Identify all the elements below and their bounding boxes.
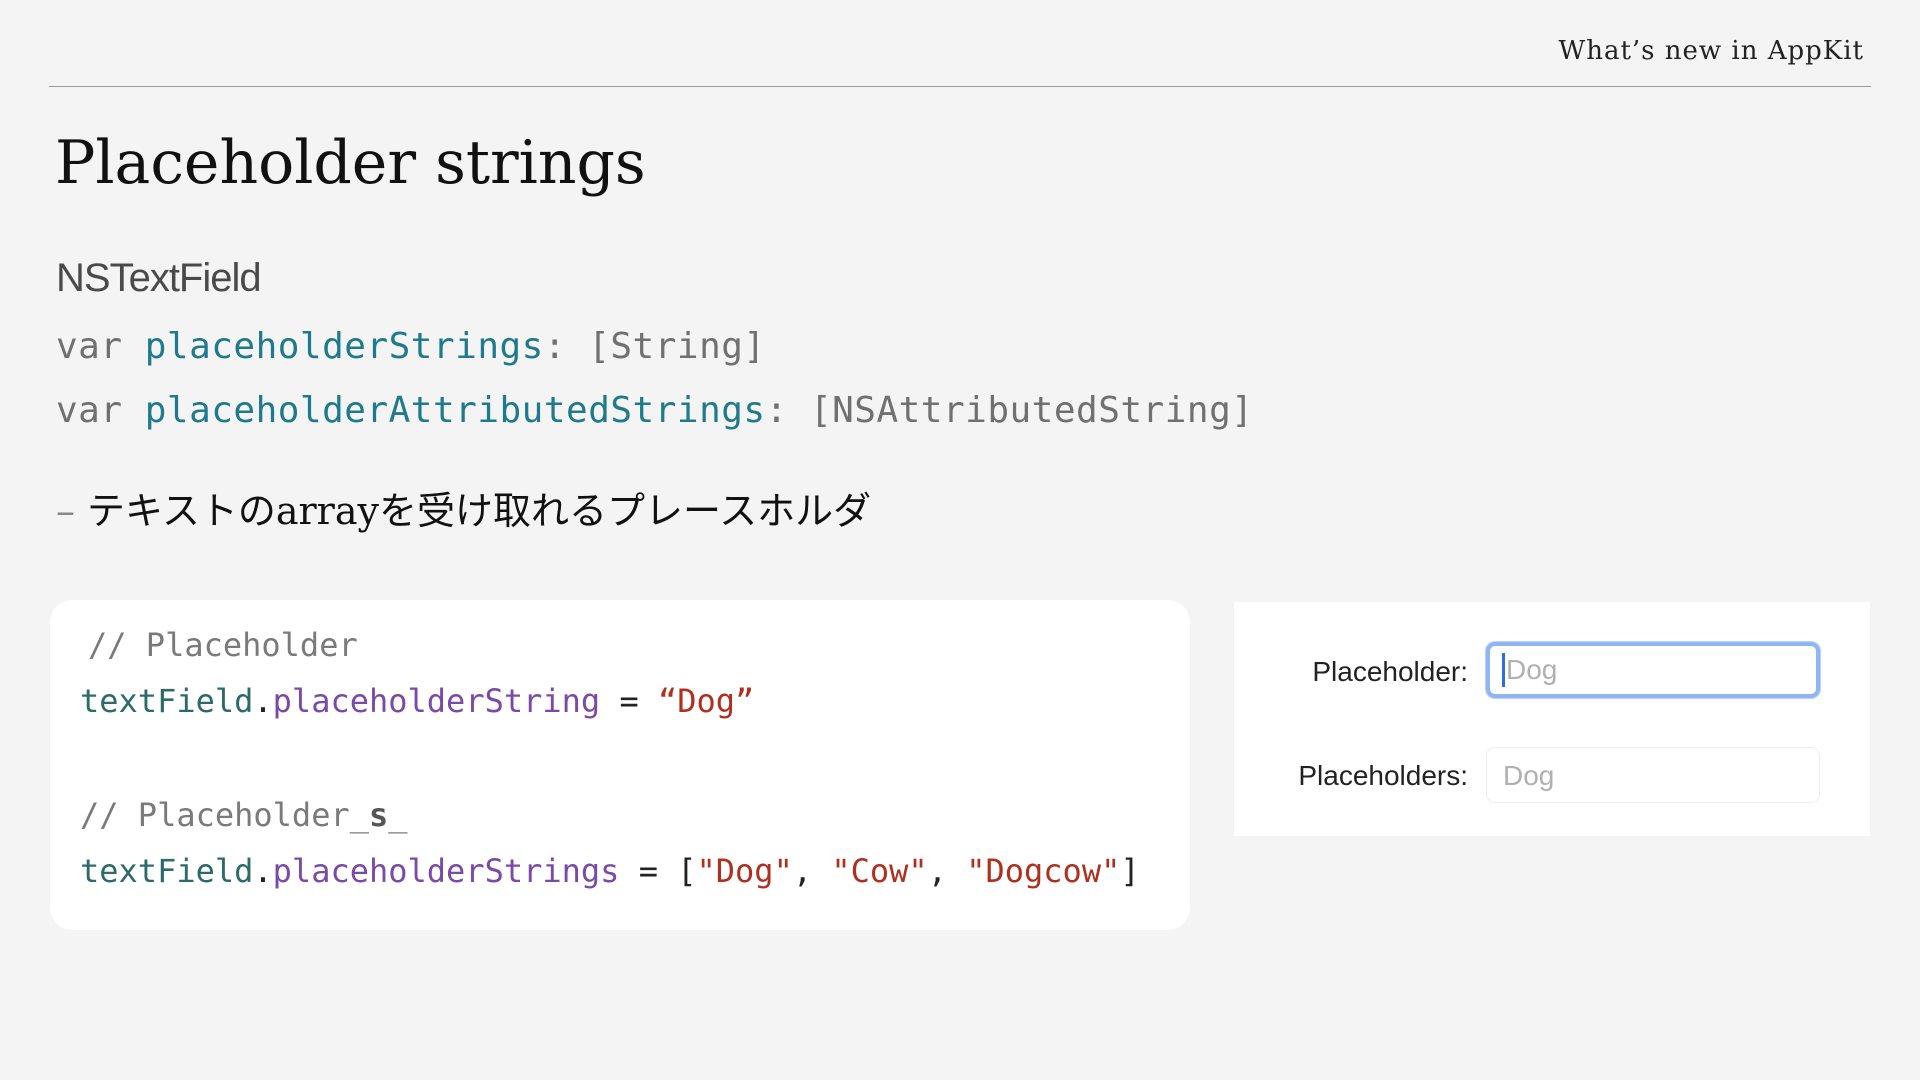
code-comment-placeholder: // Placeholder <box>88 626 358 664</box>
decl-keyword: var <box>56 390 123 431</box>
decl-type: : [String] <box>543 326 766 367</box>
decl-property-name: placeholderAttributedStrings <box>144 390 766 431</box>
code-comment-suffix: _ <box>388 796 408 834</box>
code-separator: , <box>927 852 967 890</box>
header-divider <box>49 86 1871 87</box>
code-object: textField <box>80 682 254 720</box>
code-card: // Placeholder textField.placeholderStri… <box>50 600 1190 930</box>
code-comment-text: // Placeholder_ <box>80 796 369 834</box>
bullet-point: – テキストのarrayを受け取れるプレースホルダ <box>56 480 871 535</box>
code-dot: . <box>253 852 273 890</box>
code-line-placeholder-string: textField.placeholderString = “Dog” <box>80 682 754 720</box>
placeholders-text-field[interactable]: Dog <box>1486 747 1820 803</box>
code-comment-text: // Placeholder <box>88 626 358 664</box>
text-field-preview: Placeholder: Dog Placeholders: Dog <box>1234 602 1870 836</box>
placeholder-text: Dog <box>1503 760 1555 791</box>
code-operator: = <box>600 682 658 720</box>
code-member: placeholderStrings <box>272 852 620 890</box>
code-string-dog: "Dog" <box>696 852 793 890</box>
bullet-text: テキストのarrayを受け取れるプレースホルダ <box>87 489 872 533</box>
decl-property-name: placeholderStrings <box>144 326 544 367</box>
code-bracket-close: ] <box>1120 852 1140 890</box>
text-caret <box>1502 652 1505 687</box>
placeholder-text-field[interactable]: Dog <box>1486 642 1820 698</box>
code-string-dogcow: "Dogcow" <box>966 852 1121 890</box>
code-member: placeholderString <box>272 682 601 720</box>
placeholder-label: Placeholder: <box>1312 656 1468 687</box>
code-comment-emphasis: s <box>368 796 389 834</box>
code-operator: = <box>619 852 678 890</box>
slide-header-title: What’s new in AppKit <box>1558 36 1864 66</box>
placeholders-label: Placeholders: <box>1298 760 1468 791</box>
placeholder-text: Dog <box>1506 654 1558 685</box>
code-string-value: “Dog” <box>657 682 755 720</box>
declaration-placeholder-strings: var placeholderStrings: [String] <box>56 326 766 367</box>
declaration-placeholder-attributed-strings: var placeholderAttributedStrings: [NSAtt… <box>56 390 1253 431</box>
slide-title: Placeholder strings <box>55 128 646 198</box>
code-bracket-open: [ <box>677 852 697 890</box>
bullet-dash: – <box>56 489 75 533</box>
code-object: textField <box>80 852 254 890</box>
code-dot: . <box>253 682 273 720</box>
class-name: NSTextField <box>56 256 262 300</box>
decl-type: : [NSAttributedString] <box>765 390 1254 431</box>
code-comment-placeholders: // Placeholder_s_ <box>80 796 408 834</box>
code-separator: , <box>792 852 832 890</box>
decl-keyword: var <box>56 326 123 367</box>
code-string-cow: "Cow" <box>831 852 928 890</box>
code-line-placeholder-strings: textField.placeholderStrings = ["Dog", "… <box>80 852 1140 890</box>
